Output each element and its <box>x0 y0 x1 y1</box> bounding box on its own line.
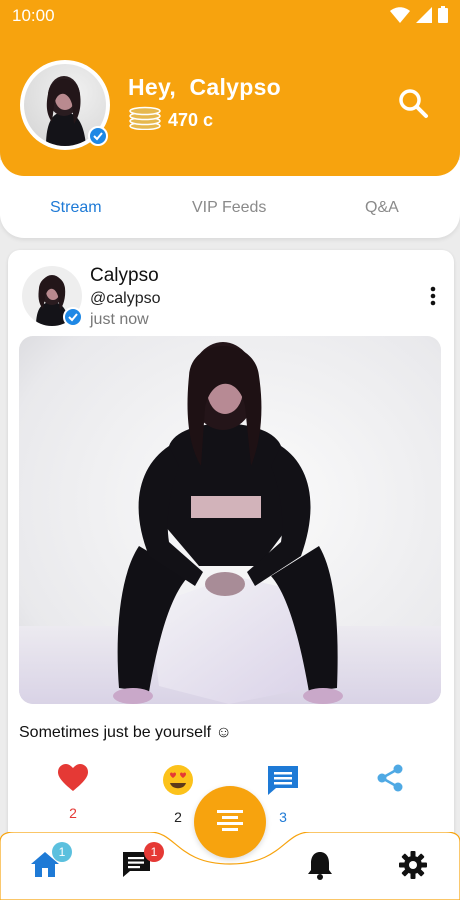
like-count: 2 <box>69 805 77 821</box>
verified-badge-icon <box>88 126 108 146</box>
search-button[interactable] <box>396 86 430 120</box>
greeting-text: Hey, Calypso <box>128 74 282 100</box>
heart-eyes-emoji-icon <box>163 765 193 795</box>
messages-badge: 1 <box>144 842 164 862</box>
menu-lines-icon <box>217 810 243 831</box>
battery-icon <box>438 6 448 23</box>
post-timestamp: just now <box>90 311 149 328</box>
post-card: Calypso @calypso just now Sometimes just… <box>8 250 454 870</box>
tab-vip-feeds[interactable]: VIP Feeds <box>192 199 266 217</box>
coin-balance: 470 c <box>128 106 213 135</box>
more-vert-icon <box>430 286 436 306</box>
nav-notifications[interactable] <box>306 850 338 882</box>
share-icon <box>377 764 403 792</box>
post-author-handle[interactable]: @calypso <box>90 290 161 308</box>
search-icon <box>399 89 428 118</box>
post-image[interactable] <box>19 336 441 704</box>
coin-balance-value: 470 c <box>168 110 214 130</box>
wifi-icon <box>390 6 410 23</box>
heart-icon <box>58 764 88 791</box>
nav-home[interactable]: 1 <box>30 842 72 882</box>
nav-settings[interactable] <box>398 850 430 882</box>
bell-icon <box>308 852 332 880</box>
tab-stream[interactable]: Stream <box>50 199 102 217</box>
tab-qa[interactable]: Q&A <box>365 199 399 217</box>
home-badge: 1 <box>52 842 72 862</box>
gear-icon <box>399 851 427 879</box>
coins-icon <box>128 106 162 135</box>
create-post-button[interactable] <box>194 786 266 858</box>
post-author-name[interactable]: Calypso <box>90 265 159 287</box>
post-caption: Sometimes just be yourself ☺ <box>19 724 232 741</box>
verified-badge-icon <box>63 307 83 327</box>
comment-icon <box>268 766 298 795</box>
status-time: 10:00 <box>12 6 55 25</box>
profile-avatar[interactable] <box>20 60 110 150</box>
signal-icon <box>416 6 432 23</box>
more-options-button[interactable] <box>430 286 436 306</box>
share-button[interactable] <box>360 764 420 797</box>
like-button[interactable]: 2 <box>43 764 103 821</box>
nav-messages[interactable]: 1 <box>122 842 164 882</box>
status-bar: 10:00 <box>0 0 460 32</box>
